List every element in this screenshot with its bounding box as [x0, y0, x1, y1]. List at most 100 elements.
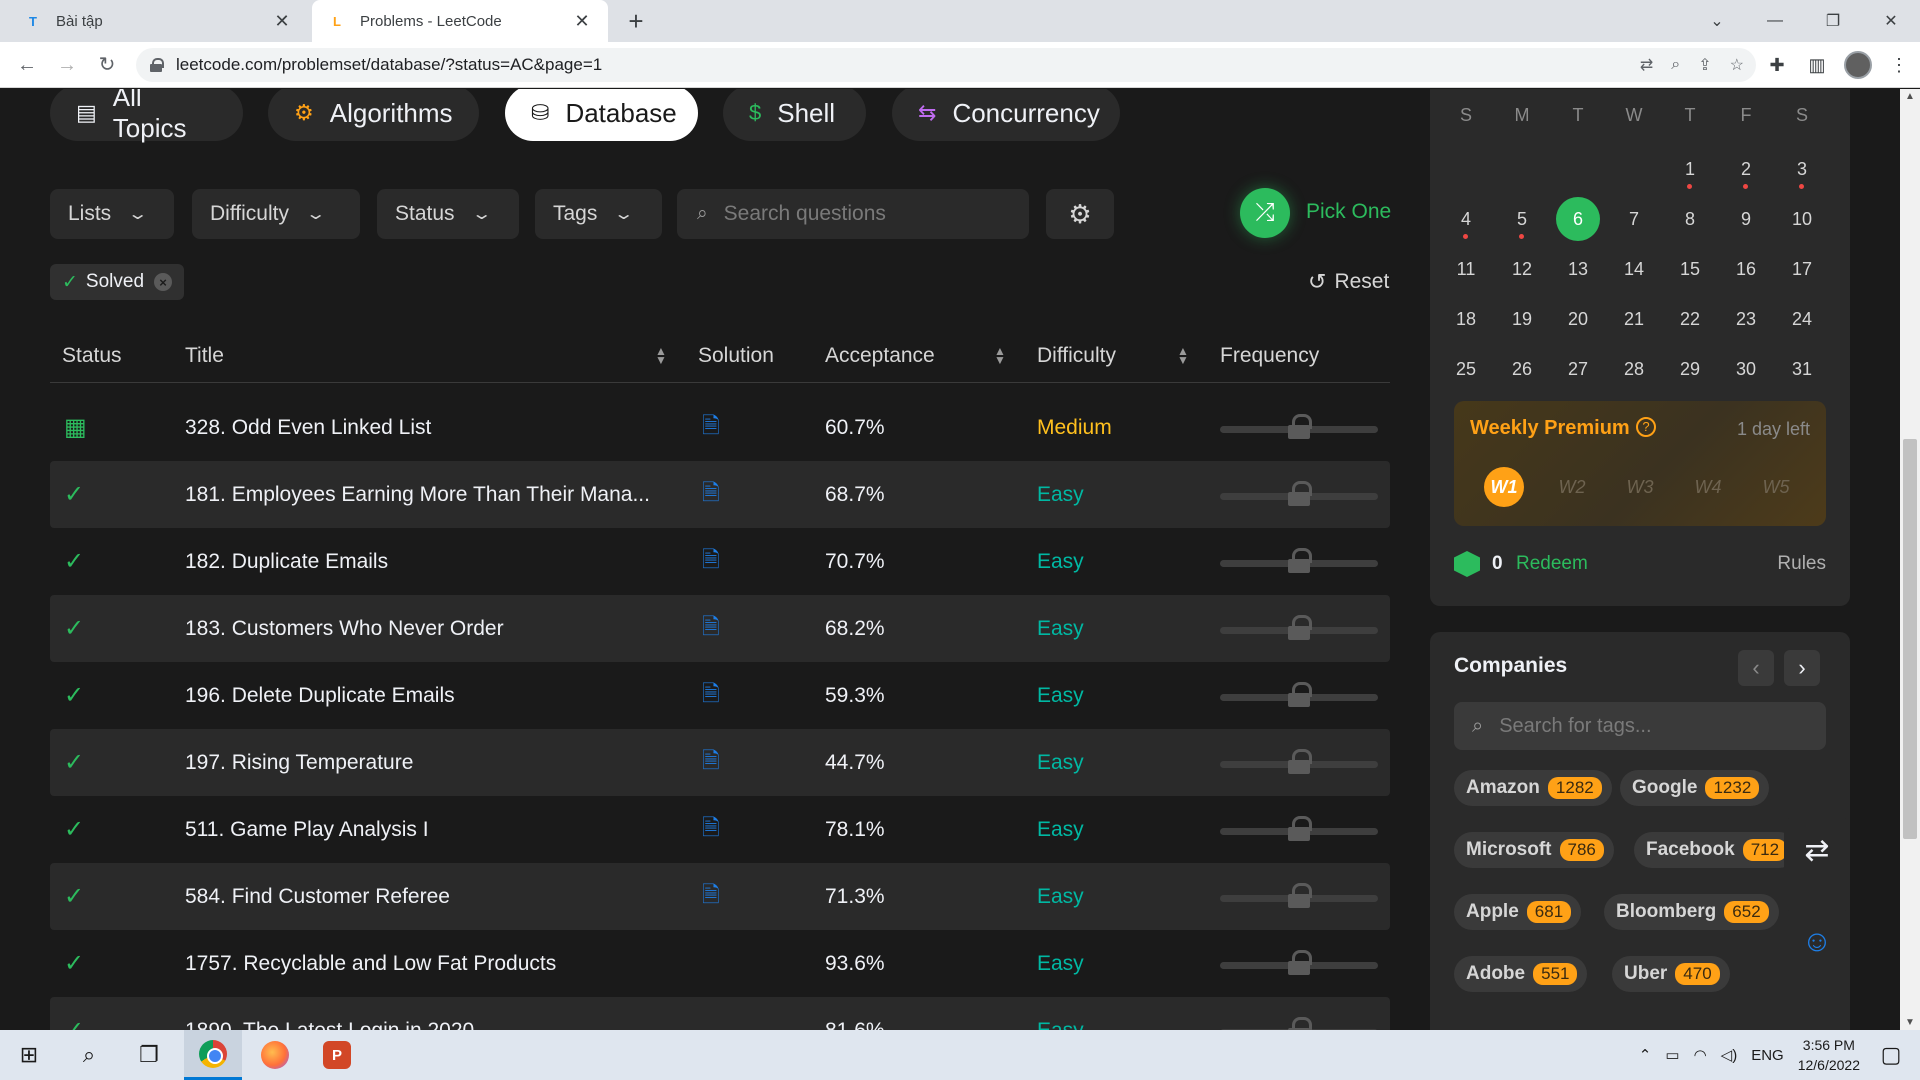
- problem-title-link[interactable]: 196. Delete Duplicate Emails: [185, 662, 655, 729]
- calendar-day[interactable]: 1: [1668, 147, 1712, 191]
- tab-search-chevron-icon[interactable]: ⌄: [1688, 0, 1746, 42]
- task-view-icon[interactable]: ❐: [120, 1030, 178, 1080]
- frequency-locked[interactable]: [1220, 729, 1378, 796]
- calendar-day[interactable]: 11: [1444, 247, 1488, 291]
- problem-title-link[interactable]: 183. Customers Who Never Order: [185, 595, 655, 662]
- maximize-icon[interactable]: ❐: [1804, 0, 1862, 42]
- feedback-button[interactable]: ☺: [1784, 909, 1850, 975]
- switch-layout-button[interactable]: ⇄: [1784, 817, 1850, 883]
- problem-title-link[interactable]: 328. Odd Even Linked List: [185, 394, 655, 461]
- topic-algorithms[interactable]: ⚙ Algorithms: [268, 89, 479, 141]
- info-icon[interactable]: ?: [1636, 417, 1656, 437]
- table-row[interactable]: ✓ 197. Rising Temperature 🗎 44.7% Easy: [50, 729, 1390, 796]
- taskbar-search-icon[interactable]: ⌕: [60, 1030, 118, 1080]
- calendar-day[interactable]: 7: [1612, 197, 1656, 241]
- taskbar-powerpoint-app[interactable]: P: [308, 1030, 366, 1080]
- filter-difficulty-dropdown[interactable]: Difficulty ⌄: [192, 189, 360, 239]
- new-tab-plus-icon[interactable]: +: [622, 8, 650, 36]
- table-row[interactable]: ✓ 1757. Recyclable and Low Fat Products 93…: [50, 930, 1390, 997]
- filter-status-dropdown[interactable]: Status ⌄: [377, 189, 519, 239]
- frequency-locked[interactable]: [1220, 997, 1378, 1030]
- calendar-day[interactable]: 30: [1724, 347, 1768, 391]
- frequency-locked[interactable]: [1220, 394, 1378, 461]
- input-language[interactable]: ENG: [1751, 1047, 1784, 1064]
- settings-gear-button[interactable]: ⚙: [1046, 189, 1114, 239]
- company-tag[interactable]: Facebook 712: [1634, 832, 1798, 868]
- calendar-day[interactable]: 25: [1444, 347, 1488, 391]
- sort-title-icon[interactable]: ▲ ▼: [655, 345, 667, 366]
- windows-start-icon[interactable]: ⊞: [0, 1030, 58, 1080]
- close-window-icon[interactable]: ✕: [1862, 0, 1920, 42]
- clock[interactable]: 3:56 PM 12/6/2022: [1798, 1035, 1860, 1075]
- taskbar-firefox-app[interactable]: [246, 1030, 304, 1080]
- pick-one-button[interactable]: ⤮: [1240, 188, 1290, 238]
- table-row[interactable]: ✓ 181. Employees Earning More Than Their …: [50, 461, 1390, 528]
- forward-arrow-icon[interactable]: →: [52, 50, 82, 80]
- calendar-day[interactable]: 13: [1556, 247, 1600, 291]
- frequency-locked[interactable]: [1220, 595, 1378, 662]
- frequency-locked[interactable]: [1220, 930, 1378, 997]
- calendar-day[interactable]: 29: [1668, 347, 1712, 391]
- header-difficulty[interactable]: Difficulty: [1037, 329, 1116, 383]
- topic-all-topics[interactable]: ▤ All Topics: [50, 89, 243, 143]
- share-icon[interactable]: ⇪: [1698, 55, 1711, 75]
- header-title[interactable]: Title: [185, 329, 224, 383]
- back-arrow-icon[interactable]: ←: [12, 50, 42, 80]
- calendar-day[interactable]: 20: [1556, 297, 1600, 341]
- solution-document-icon[interactable]: 🗎: [702, 796, 720, 863]
- frequency-locked[interactable]: [1220, 528, 1378, 595]
- frequency-locked[interactable]: [1220, 796, 1378, 863]
- sort-acceptance-icon[interactable]: ▲ ▼: [994, 345, 1006, 366]
- browser-tab-baitap[interactable]: T Bài tập ✕: [8, 0, 308, 42]
- bookmark-star-icon[interactable]: ☆: [1730, 55, 1744, 75]
- calendar-day[interactable]: 28: [1612, 347, 1656, 391]
- solution-document-icon[interactable]: 🗎: [702, 394, 720, 461]
- company-tag[interactable]: Apple 681: [1454, 894, 1582, 930]
- premium-week[interactable]: W5: [1756, 467, 1796, 507]
- translate-icon[interactable]: ⇄: [1640, 55, 1653, 75]
- pick-one-label[interactable]: Pick One: [1306, 200, 1391, 224]
- solution-document-icon[interactable]: 🗎: [702, 662, 720, 729]
- solution-document-icon[interactable]: 🗎: [702, 595, 720, 662]
- search-questions-input[interactable]: ⌕ Search questions: [677, 189, 1029, 239]
- address-bar[interactable]: leetcode.com/problemset/database/?status…: [136, 48, 1756, 82]
- taskbar-chrome-app[interactable]: [184, 1030, 242, 1080]
- wifi-icon[interactable]: ◠: [1694, 1046, 1707, 1064]
- header-acceptance[interactable]: Acceptance: [825, 329, 935, 383]
- company-tag-search-input[interactable]: ⌕ Search for tags...: [1454, 702, 1826, 750]
- company-tag[interactable]: Amazon 1282: [1454, 770, 1612, 806]
- scroll-thumb[interactable]: [1903, 439, 1917, 839]
- next-page-chevron-right-icon[interactable]: ›: [1784, 650, 1820, 686]
- calendar-day[interactable]: 16: [1724, 247, 1768, 291]
- table-row[interactable]: ✓ 182. Duplicate Emails 🗎 70.7% Easy: [50, 528, 1390, 595]
- solution-document-icon[interactable]: 🗎: [702, 863, 720, 930]
- premium-week[interactable]: W2: [1552, 467, 1592, 507]
- table-row[interactable]: ✓ 1890. The Latest Login in 2020 81.6% Easy: [50, 997, 1390, 1030]
- reset-button[interactable]: ↺ Reset: [1308, 269, 1389, 295]
- filter-lists-dropdown[interactable]: Lists ⌄: [50, 189, 174, 239]
- company-tag[interactable]: Microsoft 786: [1454, 832, 1614, 868]
- table-row[interactable]: ✓ 183. Customers Who Never Order 🗎 68.2% Eas…: [50, 595, 1390, 662]
- frequency-locked[interactable]: [1220, 863, 1378, 930]
- volume-icon[interactable]: ◁): [1721, 1046, 1738, 1064]
- calendar-day[interactable]: 17: [1780, 247, 1824, 291]
- premium-week[interactable]: W3: [1620, 467, 1660, 507]
- frequency-locked[interactable]: [1220, 461, 1378, 528]
- zoom-icon[interactable]: ⌕: [1671, 56, 1680, 74]
- browser-tab-leetcode[interactable]: L Problems - LeetCode ✕: [312, 0, 608, 42]
- page-scrollbar[interactable]: ▲ ▼: [1900, 89, 1920, 1030]
- company-tag[interactable]: Adobe 551: [1454, 956, 1588, 992]
- problem-title-link[interactable]: 181. Employees Earning More Than Their M…: [185, 461, 655, 528]
- topic-database[interactable]: ⛁ Database: [505, 89, 698, 141]
- calendar-day[interactable]: 19: [1500, 297, 1544, 341]
- calendar-day[interactable]: 22: [1668, 297, 1712, 341]
- problem-title-link[interactable]: 182. Duplicate Emails: [185, 528, 655, 595]
- redeem-link[interactable]: Redeem: [1516, 553, 1588, 575]
- calendar-day[interactable]: 23: [1724, 297, 1768, 341]
- active-filter-chip[interactable]: ✓ Solved ×: [50, 264, 185, 300]
- solution-document-icon[interactable]: 🗎: [702, 729, 720, 796]
- battery-icon[interactable]: ▭: [1665, 1046, 1679, 1064]
- tab-close-icon[interactable]: ✕: [272, 11, 292, 32]
- filter-tags-dropdown[interactable]: Tags ⌄: [535, 189, 662, 239]
- calendar-day[interactable]: 27: [1556, 347, 1600, 391]
